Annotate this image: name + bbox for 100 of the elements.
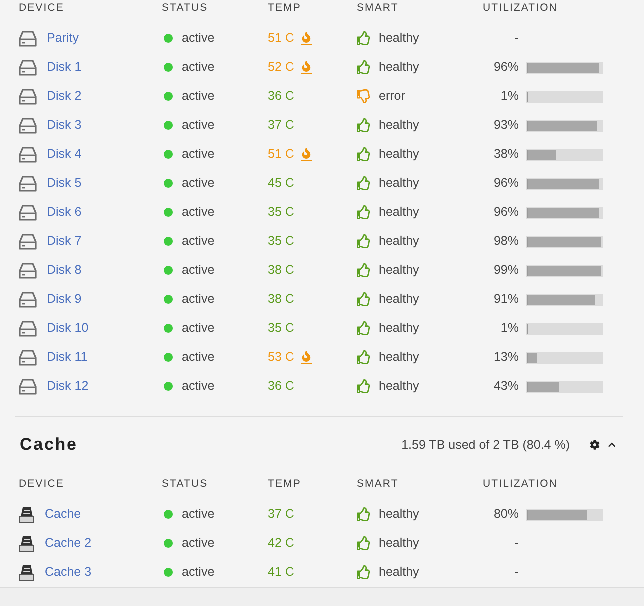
device-link[interactable]: Disk 3 bbox=[47, 116, 82, 135]
smart-status-text: error bbox=[379, 88, 406, 106]
device-link[interactable]: Disk 12 bbox=[47, 377, 89, 396]
chevron-up-icon bbox=[607, 441, 617, 449]
temperature-text: 37 C bbox=[268, 506, 294, 524]
smart-status-text: healthy bbox=[379, 233, 420, 250]
temperature-text: 51 C bbox=[268, 146, 294, 164]
status-text: active bbox=[182, 262, 215, 280]
status-text: active bbox=[182, 204, 215, 222]
device-link[interactable]: Disk 9 bbox=[47, 290, 82, 309]
status-text: active bbox=[182, 233, 215, 250]
flame-icon bbox=[302, 351, 312, 362]
usage-summary-text: 1.59 TB used of 2 TB (80.4 %) bbox=[402, 436, 570, 454]
temperature-text: 35 C bbox=[268, 204, 294, 222]
smart-status-text: healthy bbox=[379, 535, 420, 552]
flame-icon bbox=[302, 61, 312, 72]
column-header: STATUS bbox=[162, 1, 208, 16]
collapse-button[interactable] bbox=[607, 441, 617, 449]
hard-drive-icon bbox=[19, 234, 37, 250]
device-link[interactable]: Disk 5 bbox=[47, 174, 82, 193]
drive-icon bbox=[19, 536, 35, 552]
status-text: active bbox=[182, 146, 215, 164]
temperature-text: 37 C bbox=[268, 117, 294, 134]
column-header: SMART bbox=[357, 477, 399, 492]
device-link[interactable]: Disk 11 bbox=[47, 348, 88, 367]
status-text: active bbox=[182, 349, 215, 366]
settings-button[interactable] bbox=[590, 440, 600, 450]
smart-status-text: healthy bbox=[379, 146, 420, 164]
utilization-text: 99% bbox=[492, 262, 519, 280]
hard-drive-icon bbox=[19, 118, 37, 134]
column-header: SMART bbox=[357, 1, 399, 16]
smart-status-text: healthy bbox=[379, 564, 420, 582]
device-link[interactable]: Cache 2 bbox=[45, 534, 92, 553]
utilization-text: 1% bbox=[500, 320, 519, 338]
temperature-text: 36 C bbox=[268, 378, 294, 396]
temperature-text: 52 C bbox=[268, 59, 294, 76]
temperature-warning-link[interactable] bbox=[301, 61, 312, 74]
temperature-text: 38 C bbox=[268, 291, 294, 308]
column-header: DEVICE bbox=[19, 477, 64, 492]
settings-icon bbox=[590, 440, 600, 450]
device-link[interactable]: Cache bbox=[45, 505, 82, 524]
utilization-text: - bbox=[514, 564, 519, 582]
temperature-text: 42 C bbox=[268, 535, 294, 552]
device-link[interactable]: Disk 1 bbox=[47, 58, 82, 77]
utilization-text: 93% bbox=[492, 117, 519, 134]
temperature-warning-link[interactable] bbox=[301, 148, 312, 161]
temperature-text: 51 C bbox=[268, 30, 294, 48]
utilization-text: 80% bbox=[492, 506, 519, 524]
temperature-text: 36 C bbox=[268, 88, 294, 106]
status-text: active bbox=[182, 88, 215, 106]
column-header: UTILIZATION bbox=[483, 477, 558, 492]
device-link[interactable]: Disk 4 bbox=[47, 145, 82, 164]
device-link[interactable]: Parity bbox=[47, 29, 79, 48]
smart-status-text: healthy bbox=[379, 117, 420, 134]
status-text: active bbox=[182, 175, 215, 192]
temperature-text: 41 C bbox=[268, 564, 294, 582]
utilization-text: 91% bbox=[492, 291, 519, 308]
status-text: active bbox=[182, 564, 215, 582]
column-header: STATUS bbox=[162, 477, 208, 492]
status-text: active bbox=[182, 320, 215, 338]
utilization-text: 1% bbox=[500, 88, 519, 106]
hard-drive-icon bbox=[19, 292, 37, 308]
temperature-warning-link[interactable] bbox=[301, 351, 312, 364]
hard-drive-icon bbox=[19, 30, 37, 46]
device-link[interactable]: Disk 6 bbox=[47, 203, 82, 222]
utilization-text: 13% bbox=[492, 349, 519, 366]
column-header: DEVICE bbox=[19, 1, 64, 16]
utilization-text: - bbox=[514, 30, 519, 48]
status-text: active bbox=[182, 535, 215, 552]
smart-status-text: healthy bbox=[379, 30, 420, 48]
utilization-text: 98% bbox=[492, 233, 519, 250]
column-header: TEMP bbox=[268, 477, 302, 492]
device-link[interactable]: Disk 2 bbox=[47, 87, 82, 106]
utilization-text: - bbox=[514, 535, 519, 552]
utilization-text: 96% bbox=[492, 175, 519, 192]
hard-drive-icon bbox=[19, 60, 37, 76]
temperature-warning-link[interactable] bbox=[301, 32, 312, 45]
device-link[interactable]: Disk 7 bbox=[47, 232, 82, 251]
device-link[interactable]: Cache 3 bbox=[45, 563, 92, 582]
temperature-text: 35 C bbox=[268, 233, 294, 250]
status-text: active bbox=[182, 506, 215, 524]
device-link[interactable]: Disk 8 bbox=[47, 261, 82, 280]
drive-icon bbox=[19, 564, 35, 580]
temperature-text: 45 C bbox=[268, 175, 294, 192]
smart-status-text: healthy bbox=[379, 262, 420, 280]
status-text: active bbox=[182, 378, 215, 396]
column-header: TEMP bbox=[268, 1, 302, 16]
smart-status-text: healthy bbox=[379, 349, 420, 366]
drive-icon bbox=[19, 506, 35, 522]
utilization-text: 38% bbox=[492, 146, 519, 164]
hard-drive-icon bbox=[19, 204, 37, 220]
smart-status-text: healthy bbox=[379, 204, 420, 222]
smart-status-text: healthy bbox=[379, 506, 420, 524]
hard-drive-icon bbox=[19, 262, 37, 278]
temperature-text: 53 C bbox=[268, 349, 294, 366]
status-text: active bbox=[182, 291, 215, 308]
smart-status-text: healthy bbox=[379, 175, 420, 192]
hard-drive-icon bbox=[19, 378, 37, 394]
hard-drive-icon bbox=[19, 88, 37, 104]
device-link[interactable]: Disk 10 bbox=[47, 319, 89, 338]
